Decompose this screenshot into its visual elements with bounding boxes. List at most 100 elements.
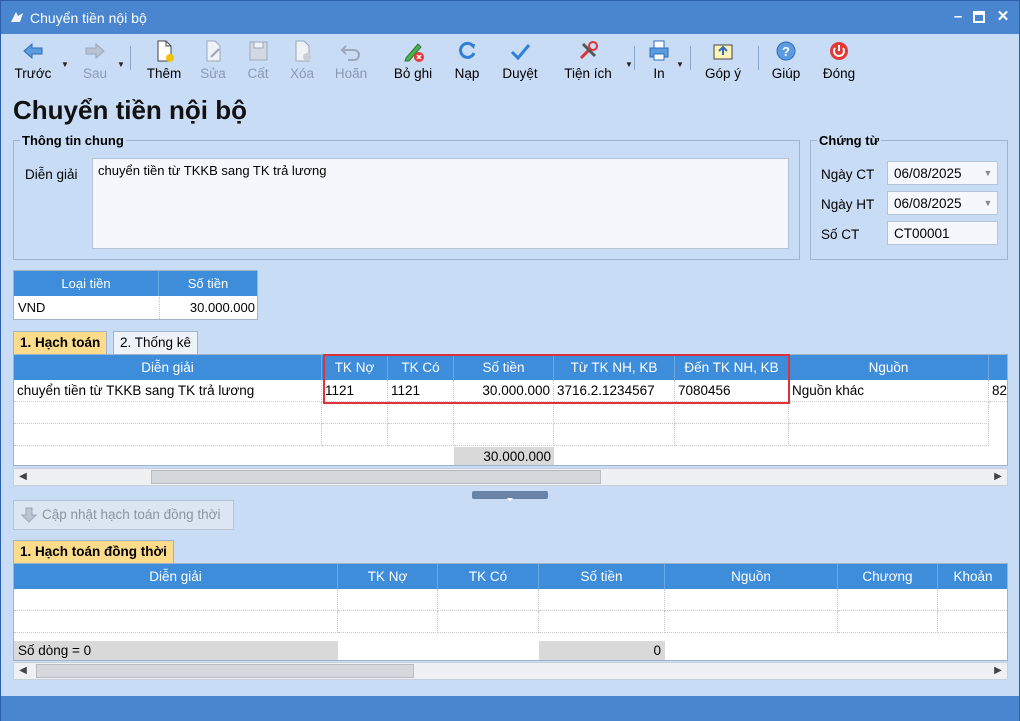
date-ct-label: Ngày CT	[821, 167, 875, 182]
empty-cell[interactable]	[14, 424, 322, 446]
new-doc-icon	[157, 40, 174, 62]
next-button[interactable]: Sau ▼	[75, 38, 125, 88]
empty-cell[interactable]	[438, 611, 539, 633]
save-icon	[249, 41, 268, 61]
empty-cell[interactable]	[539, 611, 665, 633]
feedback-button[interactable]: Góp ý	[701, 38, 745, 88]
status-bar	[1, 696, 1019, 721]
scroll-right-icon[interactable]: ▶	[989, 663, 1007, 679]
empty-cell[interactable]	[14, 611, 338, 633]
empty-cell[interactable]	[938, 589, 1007, 611]
print-button[interactable]: In ▼	[644, 38, 684, 88]
toolbar-separator	[130, 46, 131, 70]
currency-type-cell[interactable]: VND	[18, 297, 158, 319]
empty-cell[interactable]	[554, 402, 675, 424]
chevron-down-icon[interactable]: ▼	[979, 162, 997, 184]
arrow-right-icon	[85, 42, 105, 60]
scroll-thumb[interactable]	[36, 664, 414, 678]
unpost-button[interactable]: Bỏ ghi	[387, 38, 439, 88]
add-button[interactable]: Thêm	[141, 38, 187, 88]
empty-cell[interactable]	[665, 589, 838, 611]
save-button[interactable]: Cất	[241, 38, 275, 88]
empty-cell[interactable]	[554, 424, 675, 446]
svg-text:?: ?	[782, 44, 790, 59]
approve-button[interactable]: Duyệt	[497, 38, 543, 88]
help-button[interactable]: ? Giúp	[769, 38, 803, 88]
empty-cell[interactable]	[838, 589, 938, 611]
maximize-icon[interactable]	[968, 6, 990, 28]
utilities-button[interactable]: Tiện ích ▼	[559, 38, 633, 88]
scroll-right-icon[interactable]: ▶	[989, 469, 1007, 485]
feedback-icon	[713, 44, 733, 60]
empty-cell[interactable]	[454, 402, 554, 424]
empty-cell[interactable]	[675, 402, 789, 424]
scroll-left-icon[interactable]: ◀	[14, 663, 32, 679]
empty-cell[interactable]	[388, 402, 454, 424]
toolbar-separator	[634, 46, 635, 70]
concurrent-grid-header: Diễn giải TK Nợ TK Có Số tiền Nguồn Chươ…	[14, 564, 1007, 589]
empty-cell[interactable]	[789, 424, 989, 446]
col-source: Nguồn	[789, 355, 989, 380]
row-source[interactable]: Nguồn khác	[789, 380, 989, 402]
description-field[interactable]: chuyển tiền từ TKKB sang TK trả lương	[92, 158, 789, 249]
row-extra[interactable]: 82	[989, 380, 1007, 402]
empty-cell[interactable]	[938, 611, 1007, 633]
concurrent-grid: Diễn giải TK Nợ TK Có Số tiền Nguồn Chươ…	[13, 563, 1008, 661]
col-source: Nguồn	[665, 564, 838, 589]
voucher-number-field[interactable]: CT00001	[887, 221, 998, 245]
accounting-horizontal-scrollbar[interactable]: ◀ ▶	[13, 468, 1008, 486]
empty-cell[interactable]	[838, 611, 938, 633]
empty-cell[interactable]	[789, 402, 989, 424]
currency-type-header: Loại tiền	[14, 271, 159, 296]
amount-cell[interactable]: 30.000.000	[159, 297, 255, 319]
row-description[interactable]: chuyển tiền từ TKKB sang TK trả lương	[14, 380, 322, 402]
empty-cell[interactable]	[14, 402, 322, 424]
date-ct-field[interactable]: 06/08/2025 ▼	[887, 161, 998, 185]
empty-cell[interactable]	[322, 402, 388, 424]
minimize-icon[interactable]: –	[947, 6, 969, 28]
postpone-button[interactable]: Hoãn	[330, 38, 372, 88]
update-concurrent-button[interactable]: Cập nhật hạch toán đồng thời	[13, 500, 234, 530]
splitter-handle[interactable]	[472, 491, 548, 501]
close-icon[interactable]: ✕	[992, 6, 1014, 28]
next-dropdown-icon[interactable]: ▼	[117, 60, 125, 69]
toolbar-separator	[690, 46, 691, 70]
voucher-number-label: Số CT	[821, 227, 860, 242]
app-icon	[11, 12, 23, 22]
empty-cell[interactable]	[438, 589, 539, 611]
empty-cell[interactable]	[14, 589, 338, 611]
empty-cell[interactable]	[322, 424, 388, 446]
col-debit-account: TK Nợ	[338, 564, 438, 589]
empty-cell[interactable]	[454, 424, 554, 446]
col-extra	[989, 355, 1007, 380]
empty-cell[interactable]	[539, 589, 665, 611]
prev-button[interactable]: Trước ▼	[9, 38, 69, 88]
description-label: Diễn giải	[25, 167, 78, 182]
scroll-left-icon[interactable]: ◀	[14, 469, 32, 485]
empty-cell[interactable]	[665, 611, 838, 633]
prev-dropdown-icon[interactable]: ▼	[61, 60, 69, 69]
utilities-dropdown-icon[interactable]: ▼	[625, 60, 633, 69]
scroll-thumb[interactable]	[151, 470, 601, 484]
tab-statistics[interactable]: 2. Thống kê	[113, 331, 199, 354]
tab-accounting[interactable]: 1. Hạch toán	[13, 331, 108, 354]
tools-icon	[579, 41, 598, 60]
date-ht-field[interactable]: 06/08/2025 ▼	[887, 191, 998, 215]
highlight-box	[323, 354, 790, 404]
chevron-down-icon[interactable]: ▼	[979, 192, 997, 214]
empty-cell[interactable]	[338, 611, 438, 633]
empty-cell[interactable]	[675, 424, 789, 446]
close-button[interactable]: Đóng	[819, 38, 859, 88]
amount-header: Số tiền	[159, 271, 257, 296]
window-title: Chuyển tiền nội bộ	[30, 10, 147, 26]
delete-button[interactable]: Xóa	[285, 38, 319, 88]
empty-cell[interactable]	[388, 424, 454, 446]
tab-concurrent-accounting[interactable]: 1. Hạch toán đồng thời	[13, 540, 174, 563]
concurrent-horizontal-scrollbar[interactable]: ◀ ▶	[13, 662, 1008, 680]
empty-cell[interactable]	[338, 589, 438, 611]
chevron-down-icon	[507, 498, 513, 501]
edit-button[interactable]: Sửa	[196, 38, 230, 88]
reload-button[interactable]: Nạp	[449, 38, 485, 88]
toolbar: Trước ▼ Sau ▼ Thêm Sửa Cất Xóa Hoãn Bỏ g…	[1, 34, 1019, 91]
print-dropdown-icon[interactable]: ▼	[676, 60, 684, 69]
